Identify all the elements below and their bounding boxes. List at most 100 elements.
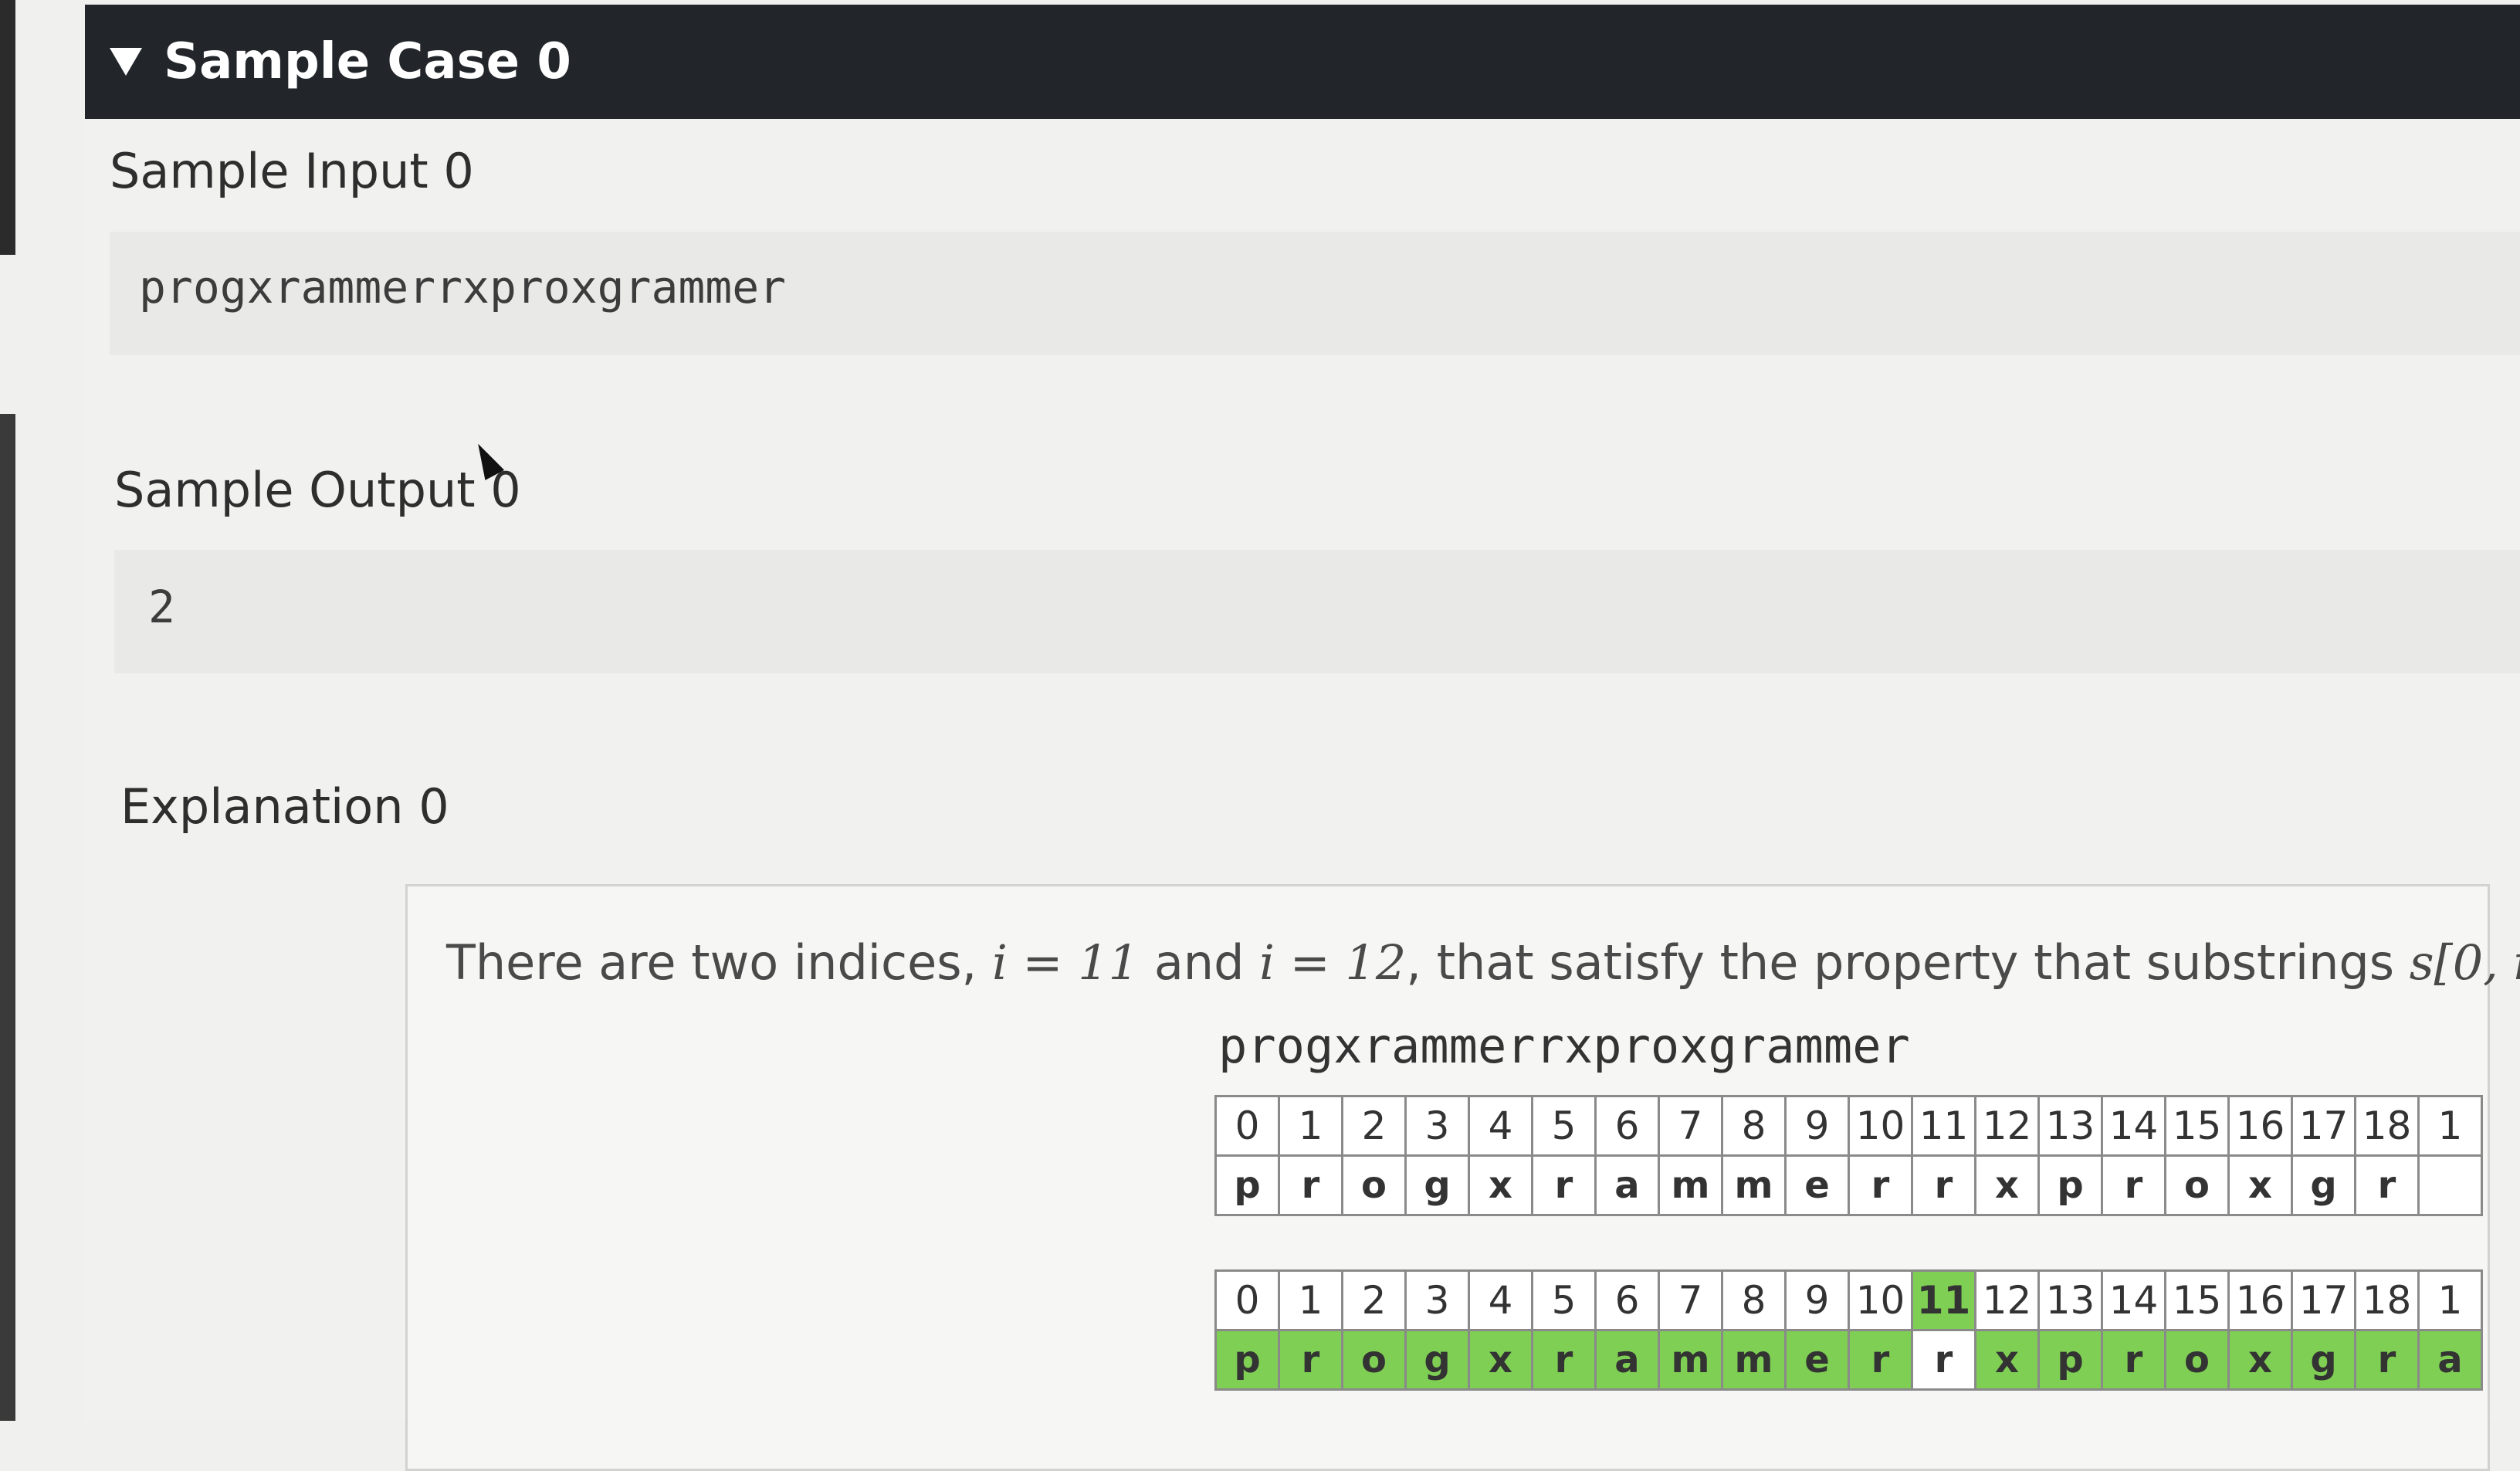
- explanation-text-part: =: [1275, 934, 1346, 991]
- letter-cell: x: [2227, 1329, 2293, 1391]
- sample-output-box: 2: [114, 550, 2520, 673]
- index-cell: 1: [1278, 1095, 1343, 1157]
- explanation-label: Explanation 0: [120, 778, 449, 835]
- letter-cell: p: [1214, 1329, 1280, 1391]
- letter-cell: x: [1468, 1154, 1533, 1216]
- index-cell: 4: [1468, 1095, 1533, 1157]
- index-cell: 2: [1341, 1095, 1407, 1157]
- letter-cell: m: [1658, 1154, 1723, 1216]
- index-cell: 18: [2354, 1095, 2420, 1157]
- explanation-text-part: There are two indices,: [446, 934, 992, 991]
- letter-cell: g: [2291, 1329, 2356, 1391]
- letter-cell: r: [1278, 1154, 1343, 1216]
- index-cell: 13: [2037, 1269, 2103, 1331]
- index-cell: 6: [1594, 1095, 1660, 1157]
- explanation-value: 12: [1345, 934, 1407, 991]
- index-cell: 0: [1214, 1095, 1280, 1157]
- letter-cell: r: [2354, 1329, 2420, 1391]
- letter-cell: e: [1784, 1329, 1850, 1391]
- letter-cell: m: [1658, 1329, 1723, 1391]
- letter-cell: o: [2164, 1154, 2230, 1216]
- index-cell: 12: [1974, 1095, 2040, 1157]
- sample-case-title: Sample Case 0: [164, 33, 571, 90]
- index-cell: 18: [2354, 1269, 2420, 1331]
- index-cell: 16: [2227, 1095, 2293, 1157]
- index-cell: 1: [2417, 1095, 2483, 1157]
- explanation-text-part: =: [1007, 934, 1079, 991]
- sample-output-label: Sample Output 0: [114, 462, 521, 518]
- index-cell: 5: [1531, 1269, 1597, 1331]
- sample-input-value: progxrammerrxproxgrammer: [139, 261, 787, 314]
- index-cell: 5: [1531, 1095, 1597, 1157]
- letter-cell: x: [2227, 1154, 2293, 1216]
- index-row: 0 1 2 3 4 5 6 7 8 9 10 11 12 13 14 15 16 17 18 1: [1214, 1095, 2483, 1157]
- letter-cell: x: [1974, 1154, 2040, 1216]
- index-cell: 3: [1404, 1269, 1470, 1331]
- screen-bezel-bottom: [0, 414, 15, 1421]
- index-cell: 10: [1848, 1269, 1913, 1331]
- letter-cell: o: [1341, 1329, 1407, 1391]
- letter-cell: g: [1404, 1154, 1470, 1216]
- index-cell: 1: [1278, 1269, 1343, 1331]
- index-cell: 15: [2164, 1095, 2230, 1157]
- index-cell: 6: [1594, 1269, 1660, 1331]
- collapse-triangle-icon[interactable]: [110, 48, 142, 76]
- explanation-text: There are two indices, i = 11 and i = 12…: [446, 934, 2520, 991]
- explanation-var: i: [991, 934, 1008, 991]
- explanation-word: progxrammerrxproxgrammer: [1218, 1018, 1910, 1074]
- index-row: 0 1 2 3 4 5 6 7 8 9 10 11 12 13 14 15 16 17 18 1: [1214, 1269, 2483, 1331]
- letter-cell: x: [1468, 1329, 1533, 1391]
- letter-cell: x: [1974, 1329, 2040, 1391]
- letter-cell: r: [1848, 1329, 1913, 1391]
- index-cell: 7: [1658, 1095, 1723, 1157]
- index-cell: 3: [1404, 1095, 1470, 1157]
- screen-bezel-top: [0, 0, 15, 255]
- index-cell: 13: [2037, 1095, 2103, 1157]
- index-cell: 11: [1911, 1095, 1976, 1157]
- index-table-highlighted: 0 1 2 3 4 5 6 7 8 9 10 11 12 13 14 15 16 17 18 1 progxramme…: [1214, 1269, 2483, 1391]
- letter-cell: a: [2417, 1329, 2483, 1391]
- letter-cell: r: [2354, 1154, 2420, 1216]
- index-cell: 4: [1468, 1269, 1533, 1331]
- letter-cell: m: [1721, 1329, 1787, 1391]
- index-cell: 1: [2417, 1269, 2483, 1331]
- index-cell: 14: [2101, 1095, 2166, 1157]
- explanation-substring: s[0, i-1]: [2409, 934, 2520, 991]
- letter-cell: r: [2101, 1329, 2166, 1391]
- explanation-var: i: [1259, 934, 1275, 991]
- sample-input-label: Sample Input 0: [110, 143, 474, 199]
- index-cell: 17: [2291, 1269, 2356, 1331]
- letter-cell: r: [1278, 1329, 1343, 1391]
- sample-case-header[interactable]: Sample Case 0: [85, 5, 2520, 119]
- letter-cell: g: [2291, 1154, 2356, 1216]
- index-cell: 2: [1341, 1269, 1407, 1331]
- letter-cell: p: [2037, 1154, 2103, 1216]
- index-cell: 7: [1658, 1269, 1723, 1331]
- letter-cell: p: [2037, 1329, 2103, 1391]
- index-cell: 16: [2227, 1269, 2293, 1331]
- index-cell: 10: [1848, 1095, 1913, 1157]
- index-cell: 0: [1214, 1269, 1280, 1331]
- letter-row: progxrammerrxproxgra: [1214, 1329, 2483, 1391]
- letter-cell: r: [1911, 1154, 1976, 1216]
- index-cell: 8: [1721, 1269, 1787, 1331]
- letter-cell: o: [2164, 1329, 2230, 1391]
- index-cell: 14: [2101, 1269, 2166, 1331]
- index-cell: 8: [1721, 1095, 1787, 1157]
- explanation-text-part: and: [1139, 934, 1260, 991]
- letter-cell: [2417, 1154, 2483, 1216]
- index-cell: 11: [1911, 1269, 1976, 1331]
- letter-cell: r: [1911, 1329, 1976, 1391]
- index-cell: 15: [2164, 1269, 2230, 1331]
- letter-cell: g: [1404, 1329, 1470, 1391]
- sample-output-value: 2: [148, 581, 175, 633]
- sample-input-box: progxrammerrxproxgrammer: [110, 232, 2520, 355]
- letter-cell: p: [1214, 1154, 1280, 1216]
- letter-cell: e: [1784, 1154, 1850, 1216]
- letter-cell: o: [1341, 1154, 1407, 1216]
- letter-cell: a: [1594, 1329, 1660, 1391]
- index-cell: 17: [2291, 1095, 2356, 1157]
- index-cell: 9: [1784, 1269, 1850, 1331]
- letter-cell: r: [1531, 1329, 1597, 1391]
- index-table-plain: 0 1 2 3 4 5 6 7 8 9 10 11 12 13 14 15 16 17 18 1 progxramme…: [1214, 1095, 2483, 1216]
